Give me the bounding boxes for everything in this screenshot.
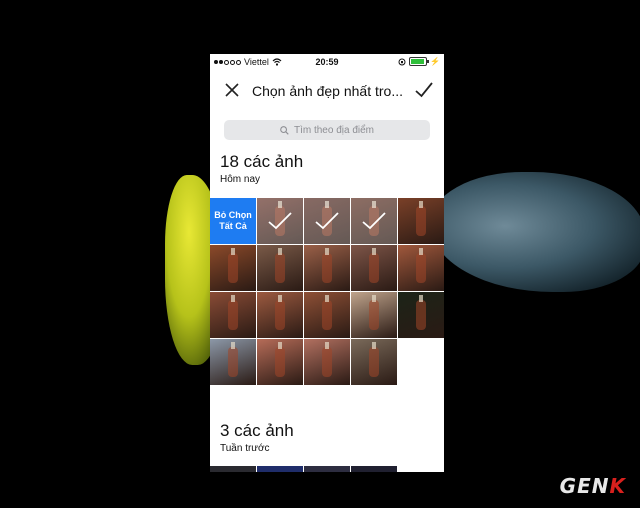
next-section-photo-strip	[210, 466, 444, 472]
photo-content	[369, 342, 379, 377]
genk-watermark: GENK	[559, 474, 626, 498]
close-icon[interactable]	[224, 82, 240, 98]
status-bar: Viettel 20:59 ⚡	[210, 54, 444, 71]
photo-thumbnail[interactable]	[351, 339, 397, 385]
rotation-lock-icon	[398, 58, 406, 65]
section-date: Hôm nay	[220, 174, 261, 185]
search-placeholder: Tìm theo địa điểm	[293, 124, 375, 136]
section-photo-count: 3 các ảnh	[220, 421, 294, 440]
photo-content	[416, 295, 426, 330]
photo-thumbnail[interactable]	[351, 245, 397, 291]
photo-thumbnail[interactable]	[257, 292, 303, 338]
photo-content	[416, 201, 426, 236]
photo-thumbnail[interactable]	[304, 245, 350, 291]
page-title: Chọn ảnh đẹp nhất tro...	[252, 83, 403, 99]
deselect-all-button[interactable]: Bỏ Chọn Tất Cả	[210, 198, 256, 244]
background-object	[430, 172, 640, 292]
photo-content	[322, 248, 332, 283]
photo-thumbnail[interactable]	[398, 292, 444, 338]
status-right: ⚡	[398, 57, 440, 66]
section-date: Tuần trước	[220, 443, 270, 454]
photo-thumbnail[interactable]	[351, 292, 397, 338]
photo-thumbnail[interactable]	[210, 245, 256, 291]
photo-content	[228, 248, 238, 283]
navigation-bar: Chọn ảnh đẹp nhất tro...	[210, 71, 444, 113]
photo-thumbnail[interactable]	[257, 339, 303, 385]
photo-thumbnail[interactable]	[257, 245, 303, 291]
photo-thumbnail[interactable]	[398, 245, 444, 291]
selected-check-icon	[351, 198, 397, 244]
photo-content	[369, 295, 379, 330]
search-icon	[280, 125, 289, 135]
confirm-check-icon[interactable]	[414, 81, 434, 99]
photo-content	[416, 248, 426, 283]
battery-icon	[409, 57, 430, 66]
photo-thumbnail[interactable]	[210, 339, 256, 385]
photo-content	[275, 295, 285, 330]
photo-content	[322, 342, 332, 377]
photo-thumbnail[interactable]	[257, 198, 303, 244]
photo-thumbnail[interactable]	[304, 292, 350, 338]
photo-thumbnail[interactable]	[351, 198, 397, 244]
phone-screen: Viettel 20:59 ⚡ Chọn ảnh đẹp nhất tro...	[210, 54, 444, 472]
photo-thumbnail[interactable]	[304, 339, 350, 385]
empty-cell	[398, 339, 444, 385]
photo-thumbnail[interactable]	[210, 292, 256, 338]
charging-icon: ⚡	[430, 57, 440, 66]
photo-content	[275, 248, 285, 283]
section-photo-count: 18 các ảnh	[220, 152, 304, 171]
photo-grid: Bỏ Chọn Tất Cả	[210, 198, 444, 385]
selected-check-icon	[304, 198, 350, 244]
photo-thumbnail[interactable]	[304, 198, 350, 244]
photo-content	[322, 295, 332, 330]
deselect-all-label: Bỏ Chọn Tất Cả	[214, 210, 252, 231]
search-input[interactable]: Tìm theo địa điểm	[224, 120, 430, 140]
photo-content	[228, 342, 238, 377]
selected-check-icon	[257, 198, 303, 244]
photo-content	[275, 342, 285, 377]
photo-thumbnail[interactable]	[398, 198, 444, 244]
photo-content	[228, 295, 238, 330]
photo-content	[369, 248, 379, 283]
